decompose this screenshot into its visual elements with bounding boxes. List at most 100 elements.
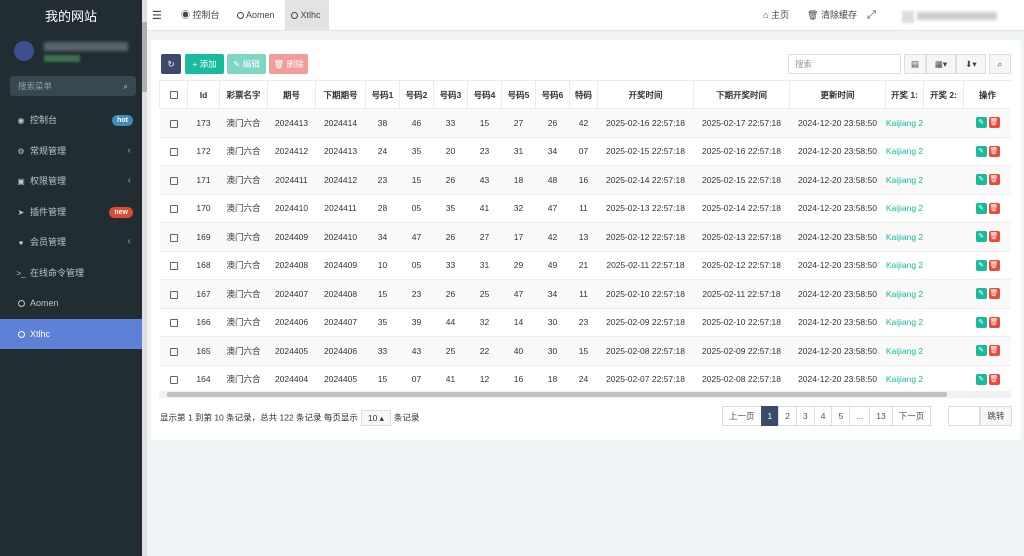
prev-page-button[interactable]: 上一页 [722, 406, 762, 426]
row-delete-icon[interactable]: 🗑 [988, 316, 1000, 328]
row-edit-icon[interactable]: ✎ [975, 231, 987, 243]
column-header[interactable]: Id [187, 80, 220, 109]
table-row[interactable]: 167 澳门六合 2024407 2024408 15 23 26 25 47 34 11 2025-… [159, 279, 1011, 309]
sidebar-search-input[interactable]: 搜索菜单 ⌕ [10, 76, 136, 96]
row-checkbox[interactable] [159, 308, 188, 337]
search-icon[interactable]: ⌕ [123, 76, 128, 96]
blurred-username[interactable] [917, 12, 997, 20]
row-checkbox[interactable] [159, 251, 188, 280]
row-edit-icon[interactable]: ✎ [975, 202, 987, 214]
row-checkbox[interactable] [159, 336, 188, 366]
table-row[interactable]: 172 澳门六合 2024412 2024413 24 35 20 23 31 34 07 2025-… [159, 137, 1011, 166]
table-row[interactable]: 173 澳门六合 2024413 2024414 38 46 33 15 27 26 42 2025-… [159, 108, 1011, 138]
row-checkbox[interactable] [159, 137, 188, 166]
row-delete-icon[interactable]: 🗑 [988, 345, 1000, 357]
export-button[interactable]: ⬇▾ [956, 54, 986, 74]
row-edit-icon[interactable]: ✎ [975, 316, 987, 328]
tab-dashboard[interactable]: ◉ 控制台 [175, 0, 226, 31]
column-header[interactable]: 开奖 1: [885, 80, 924, 109]
page-button[interactable]: 4 [813, 406, 833, 426]
table-cell[interactable]: Kaijiang 2 [885, 165, 924, 195]
sidebar-scrollbar[interactable] [142, 0, 147, 556]
column-header[interactable]: 下期期号 [315, 80, 366, 109]
sidebar-scroll-thumb[interactable] [142, 22, 147, 92]
table-row[interactable]: 169 澳门六合 2024409 2024410 34 47 26 27 17 42 13 2025-… [159, 222, 1011, 252]
row-edit-icon[interactable]: ✎ [975, 259, 987, 271]
horizontal-scrollbar[interactable] [159, 391, 1011, 398]
sidebar-item-general[interactable]: ⚙ 常规管理 ‹ [0, 136, 142, 167]
column-header[interactable]: 期号 [267, 80, 316, 109]
row-checkbox[interactable] [159, 365, 188, 394]
column-header[interactable]: 开奖时间 [597, 80, 694, 109]
column-header[interactable]: 号码5 [501, 80, 536, 109]
page-button[interactable]: 1 [760, 406, 780, 426]
menu-toggle-icon[interactable]: ☰ [152, 9, 162, 22]
table-row[interactable]: 166 澳门六合 2024406 2024407 35 39 44 32 14 30 23 2025-… [159, 308, 1011, 337]
row-delete-icon[interactable]: 🗑 [988, 202, 1000, 214]
row-edit-icon[interactable]: ✎ [975, 174, 987, 186]
next-page-button[interactable]: 下一页 [891, 406, 932, 426]
column-header[interactable]: 号码6 [535, 80, 570, 109]
row-edit-icon[interactable]: ✎ [975, 373, 987, 385]
column-header[interactable]: 开奖 2: [923, 80, 964, 109]
table-cell[interactable]: Kaijiang 2 [885, 222, 924, 252]
row-delete-icon[interactable]: 🗑 [988, 259, 1000, 271]
row-checkbox[interactable] [159, 194, 188, 223]
table-row[interactable]: 171 澳门六合 2024411 2024412 23 15 26 43 18 48 16 2025-… [159, 165, 1011, 195]
sidebar-item-dashboard[interactable]: ◉ 控制台 hot [0, 105, 142, 136]
row-checkbox[interactable] [159, 165, 188, 195]
table-cell[interactable]: Kaijiang 2 [885, 279, 924, 309]
page-button[interactable]: 2 [778, 406, 797, 426]
page-button[interactable]: 13 [869, 406, 893, 426]
row-delete-icon[interactable]: 🗑 [988, 288, 1000, 300]
column-header[interactable]: 特码 [569, 80, 598, 109]
table-cell[interactable]: Kaijiang 2 [885, 308, 924, 337]
table-search-input[interactable]: 搜索 [788, 54, 901, 74]
sidebar-item-permissions[interactable]: ▣ 权限管理 ‹ [0, 166, 142, 197]
column-header[interactable]: 号码1 [365, 80, 400, 109]
row-checkbox[interactable] [159, 279, 188, 309]
row-edit-icon[interactable]: ✎ [975, 288, 987, 300]
column-header[interactable]: 更新时间 [789, 80, 886, 109]
page-size-select[interactable]: 10 ▴ [360, 410, 391, 426]
table-cell[interactable]: Kaijiang 2 [885, 194, 924, 223]
table-cell[interactable]: Kaijiang 2 [885, 365, 924, 394]
row-delete-icon[interactable]: 🗑 [988, 174, 1000, 186]
clear-cache-button[interactable]: 🗑 清除缓存 [807, 0, 857, 31]
table-cell[interactable]: Kaijiang 2 [885, 137, 924, 166]
advanced-search-button[interactable]: ⌕ [989, 54, 1011, 74]
home-link[interactable]: ⌂ 主页 [763, 0, 789, 31]
row-delete-icon[interactable]: 🗑 [988, 373, 1000, 385]
refresh-button[interactable]: ↻ [161, 54, 181, 74]
columns-button[interactable]: ▦▾ [926, 54, 956, 74]
row-delete-icon[interactable]: 🗑 [988, 145, 1000, 157]
toggle-view-button[interactable]: ▤ [904, 54, 926, 74]
horizontal-scroll-thumb[interactable] [167, 392, 947, 397]
row-checkbox[interactable] [159, 108, 188, 138]
jump-page-input[interactable] [948, 406, 980, 426]
column-header[interactable]: 号码4 [467, 80, 502, 109]
table-row[interactable]: 170 澳门六合 2024410 2024411 28 05 35 41 32 47 11 2025-… [159, 194, 1011, 223]
select-all-checkbox[interactable] [159, 80, 188, 109]
edit-button[interactable]: ✎ 编辑 [227, 54, 266, 74]
fullscreen-icon[interactable]: ⤢ [867, 0, 876, 31]
row-checkbox[interactable] [159, 222, 188, 252]
sidebar-item-online-command[interactable]: >_ 在线命令管理 [0, 258, 142, 289]
sidebar-item-xtlhc[interactable]: Xtlhc [0, 318, 142, 349]
table-cell[interactable]: Kaijiang 2 [885, 108, 924, 138]
delete-button[interactable]: 🗑 删除 [269, 54, 308, 74]
column-header[interactable]: 下期开奖时间 [693, 80, 790, 109]
add-button[interactable]: + 添加 [185, 54, 224, 74]
tab-xtlhc[interactable]: Xtlhc [285, 0, 329, 31]
table-cell[interactable]: Kaijiang 2 [885, 336, 924, 366]
column-header[interactable]: 彩票名字 [219, 80, 268, 109]
page-button[interactable]: 5 [831, 406, 851, 426]
table-cell[interactable]: Kaijiang 2 [885, 251, 924, 280]
sidebar-item-members[interactable]: ● 会员管理 ‹ [0, 227, 142, 258]
tab-aomen[interactable]: Aomen [231, 0, 281, 31]
table-row[interactable]: 165 澳门六合 2024405 2024406 33 43 25 22 40 30 15 2025-… [159, 336, 1011, 366]
page-button[interactable]: 3 [795, 406, 815, 426]
column-header[interactable]: 号码3 [433, 80, 468, 109]
row-delete-icon[interactable]: 🗑 [988, 231, 1000, 243]
table-row[interactable]: 164 澳门六合 2024404 2024405 15 07 41 12 16 18 24 2025-… [159, 365, 1011, 394]
